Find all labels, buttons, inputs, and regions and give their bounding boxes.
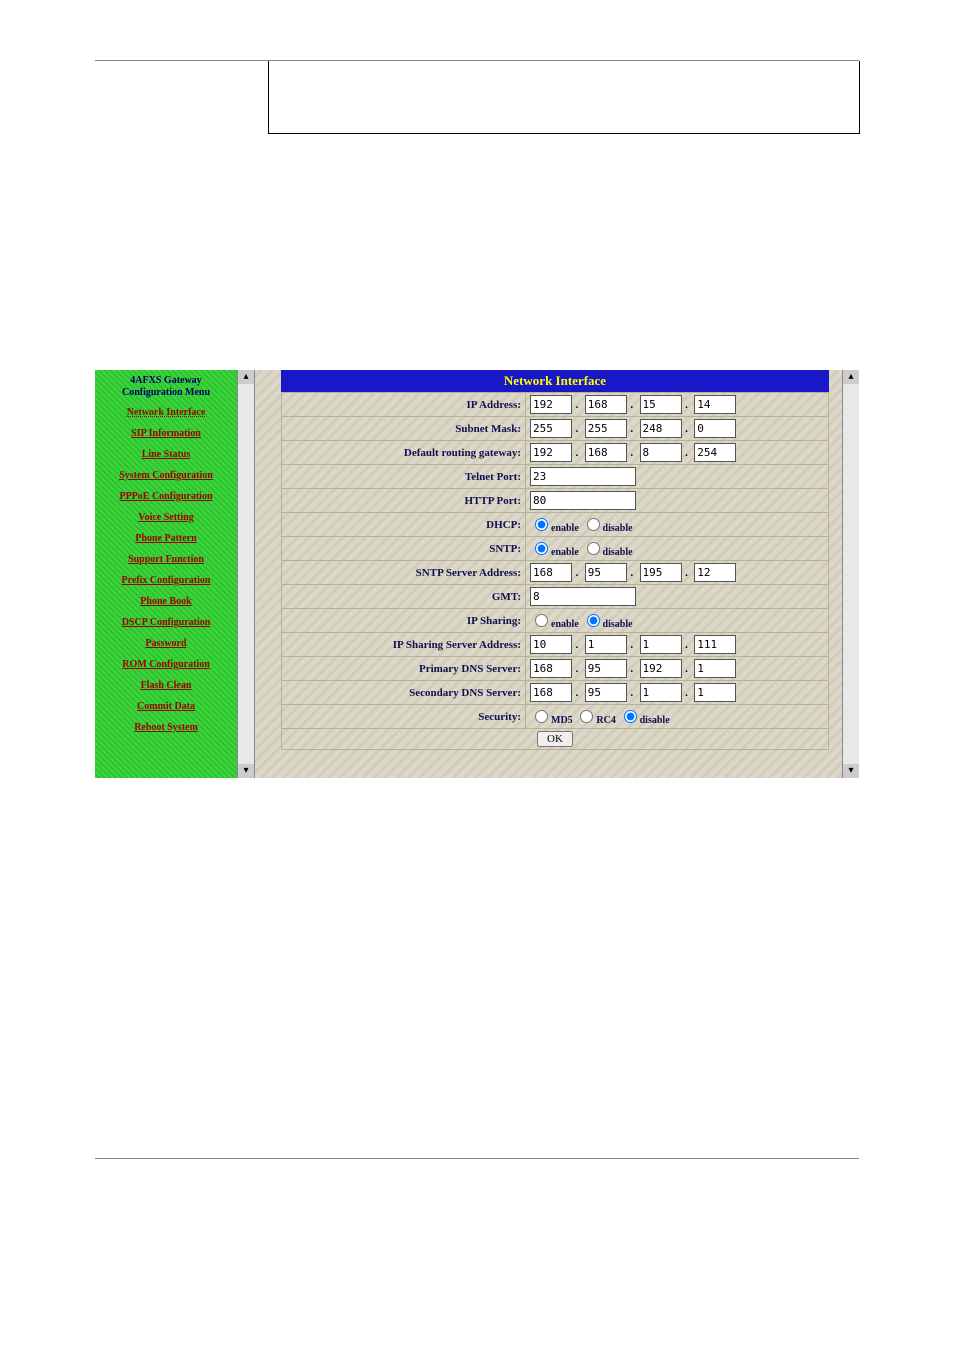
dns1-3[interactable]: [640, 659, 682, 678]
sidebar-item-prefix-configuration[interactable]: Prefix Configuration: [95, 570, 237, 591]
panel-title: Network Interface: [281, 370, 829, 392]
gmt-label: GMT:: [282, 585, 526, 609]
ip-sharing-label: IP Sharing:: [282, 609, 526, 633]
sidebar: 4AFXS Gateway Configuration Menu Network…: [95, 370, 237, 778]
sntp-addr-4[interactable]: [694, 563, 736, 582]
sntp-addr-2[interactable]: [585, 563, 627, 582]
ipsh-addr-3[interactable]: [640, 635, 682, 654]
ip-address-4[interactable]: [694, 395, 736, 414]
sidebar-item-line-status[interactable]: Line Status: [95, 444, 237, 465]
sidebar-item-reboot-system[interactable]: Reboot System: [95, 717, 237, 738]
security-rc4-radio[interactable]: [580, 710, 593, 723]
sidebar-item-network-interface[interactable]: Network Interface: [95, 402, 237, 423]
dhcp-disable-radio[interactable]: [587, 518, 600, 531]
dhcp-enable-radio[interactable]: [535, 518, 548, 531]
dns1-2[interactable]: [585, 659, 627, 678]
telnet-port-label: Telnet Port:: [282, 465, 526, 489]
sntp-label: SNTP:: [282, 537, 526, 561]
ipsh-addr-1[interactable]: [530, 635, 572, 654]
sidebar-item-password[interactable]: Password: [95, 633, 237, 654]
sntp-enable-radio[interactable]: [535, 542, 548, 555]
ipsh-addr-2[interactable]: [585, 635, 627, 654]
subnet-mask-1[interactable]: [530, 419, 572, 438]
ip-address-1[interactable]: [530, 395, 572, 414]
ok-button[interactable]: OK: [537, 731, 573, 747]
ip-address-label: IP Address:: [282, 393, 526, 417]
ip-address-2[interactable]: [585, 395, 627, 414]
ipsharing-enable-radio[interactable]: [535, 614, 548, 627]
subnet-mask-label: Subnet Mask:: [282, 417, 526, 441]
dns2-3[interactable]: [640, 683, 682, 702]
subnet-mask-3[interactable]: [640, 419, 682, 438]
ipsh-addr-4[interactable]: [694, 635, 736, 654]
dhcp-label: DHCP:: [282, 513, 526, 537]
ipsharing-disable-radio[interactable]: [587, 614, 600, 627]
security-md5-radio[interactable]: [535, 710, 548, 723]
gateway-3[interactable]: [640, 443, 682, 462]
ip-address-3[interactable]: [640, 395, 682, 414]
sidebar-item-phone-book[interactable]: Phone Book: [95, 591, 237, 612]
security-disable-radio[interactable]: [624, 710, 637, 723]
subnet-mask-4[interactable]: [694, 419, 736, 438]
gateway-4[interactable]: [694, 443, 736, 462]
sidebar-item-commit-data[interactable]: Commit Data: [95, 696, 237, 717]
sidebar-item-sip-information[interactable]: SIP Information: [95, 423, 237, 444]
sidebar-item-flash-clean[interactable]: Flash Clean: [95, 675, 237, 696]
sntp-server-label: SNTP Server Address:: [282, 561, 526, 585]
sidebar-item-dscp-configuration[interactable]: DSCP Configuration: [95, 612, 237, 633]
sidebar-item-rom-configuration[interactable]: ROM Configuration: [95, 654, 237, 675]
gateway-1[interactable]: [530, 443, 572, 462]
scroll-down-icon[interactable]: ▾: [238, 764, 254, 778]
sntp-addr-1[interactable]: [530, 563, 572, 582]
main-scroll-down-icon[interactable]: ▾: [843, 764, 859, 778]
sntp-addr-3[interactable]: [640, 563, 682, 582]
ip-sharing-server-label: IP Sharing Server Address:: [282, 633, 526, 657]
sntp-disable-radio[interactable]: [587, 542, 600, 555]
scroll-up-icon[interactable]: ▴: [238, 370, 254, 384]
http-port-label: HTTP Port:: [282, 489, 526, 513]
security-label: Security:: [282, 705, 526, 729]
secondary-dns-label: Secondary DNS Server:: [282, 681, 526, 705]
telnet-port-input[interactable]: [530, 467, 636, 486]
dns1-4[interactable]: [694, 659, 736, 678]
sidebar-title: 4AFXS Gateway Configuration Menu: [95, 372, 237, 402]
sidebar-item-pppoe-configuration[interactable]: PPPoE Configuration: [95, 486, 237, 507]
gmt-input[interactable]: [530, 587, 636, 606]
subnet-mask-2[interactable]: [585, 419, 627, 438]
dns2-2[interactable]: [585, 683, 627, 702]
dns1-1[interactable]: [530, 659, 572, 678]
sidebar-scrollbar[interactable]: ▴ ▾: [237, 370, 255, 778]
sidebar-item-support-function[interactable]: Support Function: [95, 549, 237, 570]
sidebar-item-voice-setting[interactable]: Voice Setting: [95, 507, 237, 528]
dns2-1[interactable]: [530, 683, 572, 702]
sidebar-item-phone-pattern[interactable]: Phone Pattern: [95, 528, 237, 549]
gateway-2[interactable]: [585, 443, 627, 462]
default-gateway-label: Default routing gateway:: [282, 441, 526, 465]
primary-dns-label: Primary DNS Server:: [282, 657, 526, 681]
sidebar-item-system-configuration[interactable]: System Configuration: [95, 465, 237, 486]
main-scroll-up-icon[interactable]: ▴: [843, 370, 859, 384]
main-scrollbar[interactable]: ▴ ▾: [842, 370, 859, 778]
dns2-4[interactable]: [694, 683, 736, 702]
http-port-input[interactable]: [530, 491, 636, 510]
